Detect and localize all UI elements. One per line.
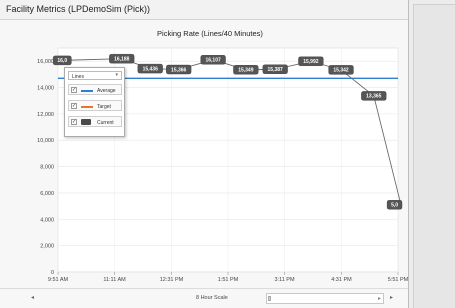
title-bar: Facility Metrics (LPDemoSim (Pick)) — [0, 0, 408, 20]
data-label: 16,107 — [205, 58, 221, 64]
legend-label-target: Target — [97, 103, 111, 110]
scroll-left-icon[interactable]: ◂ — [31, 294, 34, 301]
y-tick-label: 8,000 — [40, 165, 54, 171]
y-tick-label: 14,000 — [37, 86, 54, 92]
chart-title: Picking Rate (Lines/40 Minutes) — [157, 29, 263, 38]
x-tick-label: 4:31 PM — [331, 277, 352, 283]
x-tick-label: 12:31 PM — [160, 277, 184, 283]
y-tick-label: 0 — [51, 270, 54, 276]
y-tick-label: 2,000 — [40, 244, 54, 250]
target-line-swatch-icon — [81, 106, 93, 108]
legend-panel: Lines ▾ ✓ Average ✓ Target ✓ Current — [64, 67, 125, 137]
side-panel-content — [413, 4, 455, 308]
x-tick-label: 1:51 PM — [218, 277, 239, 283]
data-label: 15,342 — [333, 68, 349, 74]
data-label: 15,992 — [303, 59, 319, 65]
legend-dropdown-label: Lines — [72, 73, 84, 80]
y-tick-label: 12,000 — [37, 112, 54, 118]
slider-handle[interactable] — [268, 296, 271, 301]
legend-item-average[interactable]: ✓ Average — [68, 84, 122, 95]
slider-right-arrow-icon[interactable]: ▸ — [378, 295, 381, 302]
data-label: 15,436 — [143, 66, 159, 72]
data-label: 15,349 — [238, 68, 254, 74]
legend-item-target[interactable]: ✓ Target — [68, 100, 122, 111]
facility-metrics-window: Facility Metrics (LPDemoSim (Pick)) 0 2,0… — [0, 0, 455, 308]
y-tick-label: 16,000 — [37, 59, 54, 65]
data-label: 5,0 — [391, 203, 398, 209]
data-label: 15,366 — [171, 67, 187, 73]
data-label: 16,188 — [114, 56, 130, 62]
x-tick-label: 3:11 PM — [274, 277, 294, 283]
data-label: 15,387 — [268, 67, 284, 73]
time-scale-bar: ◂ 8 Hour Scale ▸ ▸ — [0, 288, 408, 308]
checkbox-average[interactable]: ✓ — [71, 87, 77, 93]
x-tick-label: 11:11 AM — [103, 277, 126, 283]
checkbox-target[interactable]: ✓ — [71, 103, 77, 109]
data-label: 16,0 — [57, 58, 67, 64]
time-scale-slider[interactable]: ▸ — [266, 293, 384, 304]
picking-rate-chart: 0 2,000 4,000 6,000 8,000 10,000 12,000 14,000 1… — [37, 29, 408, 283]
legend-label-average: Average — [97, 87, 116, 94]
legend-item-current[interactable]: ✓ Current — [68, 116, 122, 127]
scroll-right-icon[interactable]: ▸ — [390, 294, 393, 301]
x-tick-label: 5:51 PM — [388, 277, 408, 283]
y-tick-label: 4,000 — [40, 217, 54, 223]
side-panel — [408, 0, 455, 308]
legend-dropdown[interactable]: Lines ▾ — [68, 71, 122, 80]
y-tick-label: 6,000 — [40, 191, 54, 197]
y-tick-label: 10,000 — [37, 138, 54, 144]
chevron-down-icon: ▾ — [115, 72, 118, 78]
legend-label-current: Current — [97, 119, 114, 126]
average-line-swatch-icon — [81, 90, 93, 92]
checkbox-current[interactable]: ✓ — [71, 119, 77, 125]
time-scale-label: 8 Hour Scale — [196, 295, 228, 301]
data-label: 13,365 — [366, 94, 382, 100]
window-title: Facility Metrics (LPDemoSim (Pick)) — [6, 4, 151, 14]
x-tick-label: 9:51 AM — [48, 277, 69, 283]
current-marker-swatch-icon — [81, 119, 91, 125]
chart-panel: 0 2,000 4,000 6,000 8,000 10,000 12,000 14,000 1… — [0, 20, 408, 288]
